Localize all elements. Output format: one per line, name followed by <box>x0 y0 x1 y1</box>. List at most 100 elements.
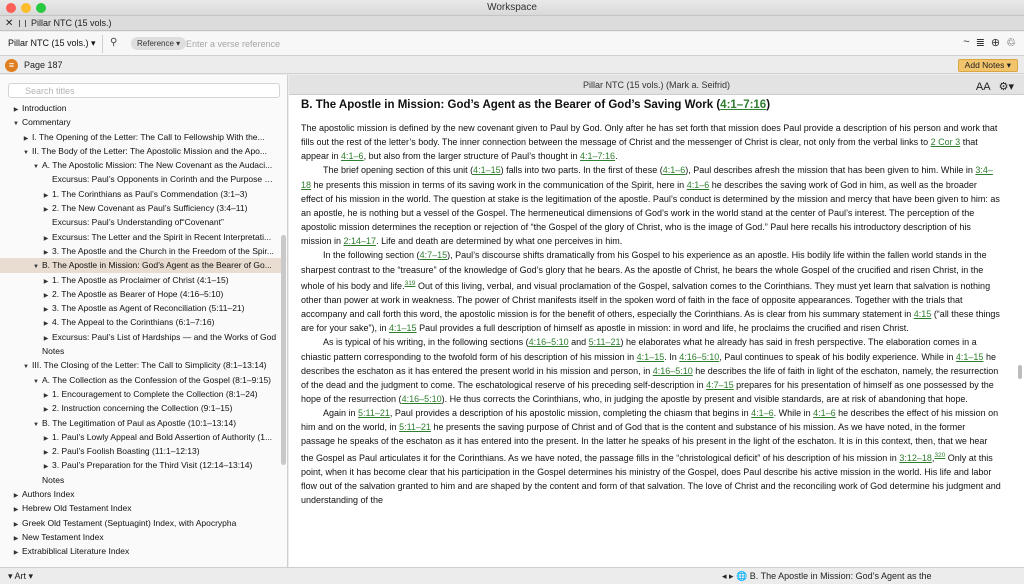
scripture-link[interactable]: 2 Cor 3 <box>931 137 961 147</box>
heading-reference-link[interactable]: 4:1–7:16 <box>720 99 766 111</box>
scripture-link[interactable]: 4:1–15 <box>956 352 984 362</box>
scripture-link[interactable]: 2:14–17 <box>344 236 377 246</box>
disclosure-closed-icon[interactable]: ▶ <box>42 403 50 415</box>
toc-item[interactable]: ▶ 1. The Apostle as Proclaimer of Christ … <box>0 273 281 287</box>
disclosure-closed-icon[interactable]: ▶ <box>42 246 50 258</box>
disclosure-open-icon[interactable]: ▼ <box>12 117 20 129</box>
toc-item[interactable]: Excursus: Paul’s Opponents in Corinth an… <box>0 172 281 186</box>
disclosure-closed-icon[interactable]: ▶ <box>42 275 50 287</box>
disclosure-closed-icon[interactable]: ▶ <box>42 332 50 344</box>
disclosure-closed-icon[interactable]: ▶ <box>12 518 20 530</box>
search-titles-input[interactable] <box>8 83 280 98</box>
disclosure-open-icon[interactable]: ▼ <box>22 146 30 158</box>
scripture-link[interactable]: 4:1–6 <box>813 408 836 418</box>
scripture-link[interactable]: 4:1–7:16 <box>580 151 615 161</box>
tab-grip-icon[interactable] <box>19 20 26 27</box>
toc-item[interactable]: ▶ Introduction <box>0 101 281 115</box>
toc-item[interactable]: ▶ 2. The New Covenant as Paul’s Sufficien… <box>0 201 281 215</box>
toc-item[interactable]: ▶ 1. The Corinthians as Paul’s Commendati… <box>0 187 281 201</box>
tab-resource[interactable]: Pillar NTC (15 vols.) <box>31 16 112 31</box>
gear-icon[interactable]: ⚙▾ <box>999 77 1014 97</box>
disclosure-closed-icon[interactable]: ▶ <box>12 103 20 115</box>
toc-item[interactable]: Excursus: Paul’s Understanding of“Covena… <box>0 215 281 229</box>
add-icon[interactable]: ⊕ <box>991 36 1000 49</box>
toc-item[interactable]: ▼ III. The Closing of the Letter: The Cal… <box>0 358 281 372</box>
disclosure-closed-icon[interactable]: ▶ <box>42 189 50 201</box>
scripture-link[interactable]: 5:11–21 <box>589 337 621 347</box>
disclosure-closed-icon[interactable]: ▶ <box>42 303 50 315</box>
parallel-icon[interactable]: ~ <box>963 36 969 49</box>
toc-item[interactable]: ▶ I. The Opening of the Letter: The Call … <box>0 130 281 144</box>
disclosure-closed-icon[interactable]: ▶ <box>42 289 50 301</box>
toc-item[interactable]: ▼ B. The Apostle in Mission: God’s Agent … <box>0 258 281 273</box>
scripture-link[interactable]: 4:15 <box>914 309 932 319</box>
toc-item[interactable]: ▶ Excursus: Paul’s List of Hardships — an… <box>0 330 281 344</box>
footnote-link[interactable]: 320 <box>934 452 945 459</box>
toc-item[interactable]: ▼ A. The Apostolic Mission: The New Coven… <box>0 158 281 172</box>
toc-item[interactable]: ▶ Excursus: The Letter and the Spirit in … <box>0 230 281 244</box>
scripture-link[interactable]: 5:11–21 <box>399 422 431 432</box>
toc-item[interactable]: ▶ New Testament Index <box>0 530 281 544</box>
resource-selector[interactable]: Pillar NTC (15 vols.) ▾ <box>8 38 96 49</box>
disclosure-closed-icon[interactable]: ▶ <box>42 232 50 244</box>
content-scrollbar[interactable] <box>1018 365 1022 379</box>
scripture-link[interactable]: 4:1–6 <box>663 165 686 175</box>
scripture-link[interactable]: 4:1–6 <box>751 408 774 418</box>
scripture-link[interactable]: 4:1–15 <box>473 165 501 175</box>
font-size-icon[interactable]: AA <box>976 77 991 97</box>
disclosure-closed-icon[interactable]: ▶ <box>42 389 50 401</box>
verse-reference-input[interactable] <box>186 36 946 51</box>
disclosure-open-icon[interactable]: ▼ <box>32 375 40 387</box>
toc-item[interactable]: ▶ 2. The Apostle as Bearer of Hope (4:16–… <box>0 287 281 301</box>
scripture-link[interactable]: 5:11–21 <box>358 408 390 418</box>
disclosure-closed-icon[interactable]: ▶ <box>12 532 20 544</box>
scripture-link[interactable]: 4:1–6 <box>341 151 364 161</box>
toc-menu-icon[interactable]: ≡ <box>5 59 18 72</box>
toc-item[interactable]: ▼ II. The Body of the Letter: The Apostol… <box>0 144 281 158</box>
toc-item[interactable]: ▶ Authors Index <box>0 487 281 501</box>
disclosure-closed-icon[interactable]: ▶ <box>42 446 50 458</box>
disclosure-open-icon[interactable]: ▼ <box>32 418 40 430</box>
toc-item[interactable]: ▶ Hebrew Old Testament Index <box>0 501 281 515</box>
disclosure-open-icon[interactable]: ▼ <box>32 260 40 272</box>
toc-item[interactable]: ▶ 3. The Apostle and the Church in the Fr… <box>0 244 281 258</box>
toc-item[interactable]: ▼ A. The Collection as the Confession of … <box>0 373 281 387</box>
disclosure-closed-icon[interactable]: ▶ <box>12 489 20 501</box>
layout-selector[interactable]: ▾ Art ▾ <box>8 568 33 584</box>
zoom-window-icon[interactable] <box>36 3 46 13</box>
disclosure-open-icon[interactable]: ▼ <box>22 360 30 372</box>
scripture-link[interactable]: 4:16–5:10 <box>529 337 569 347</box>
reference-type-dropdown[interactable]: Reference ▾ <box>131 37 187 50</box>
toc-item[interactable]: ▶ Greek Old Testament (Septuagint) Index,… <box>0 516 281 530</box>
scripture-link[interactable]: 4:7–15 <box>420 250 448 260</box>
scripture-link[interactable]: 4:16–5:10 <box>402 394 442 404</box>
disclosure-closed-icon[interactable]: ▶ <box>42 203 50 215</box>
disclosure-closed-icon[interactable]: ▶ <box>22 132 30 144</box>
toc-item[interactable]: ▶ 3. Paul’s Preparation for the Third Vis… <box>0 458 281 472</box>
toc-item[interactable]: ▼ B. The Legitimation of Paul as Apostle … <box>0 416 281 430</box>
scripture-link[interactable]: 4:7–15 <box>706 380 734 390</box>
toc-item[interactable]: ▶ 3. The Apostle as Agent of Reconciliati… <box>0 301 281 315</box>
toc-item[interactable]: ▶ 2. Paul’s Foolish Boasting (11:1–12:13) <box>0 444 281 458</box>
toc-item[interactable]: ▶ 1. Encouragement to Complete the Collec… <box>0 387 281 401</box>
sync-icon[interactable]: ♲ <box>1006 36 1016 49</box>
toc-item[interactable]: ▼ Commentary <box>0 115 281 129</box>
scripture-link[interactable]: 4:1–15 <box>637 352 665 362</box>
minimize-window-icon[interactable] <box>21 3 31 13</box>
disclosure-open-icon[interactable]: ▼ <box>32 160 40 172</box>
add-notes-button[interactable]: Add Notes ▾ <box>957 59 1018 72</box>
footnote-link[interactable]: 319 <box>405 280 416 287</box>
disclosure-closed-icon[interactable]: ▶ <box>12 503 20 515</box>
disclosure-closed-icon[interactable]: ▶ <box>12 546 20 558</box>
toc-item[interactable]: Notes <box>0 473 281 487</box>
disclosure-closed-icon[interactable]: ▶ <box>42 317 50 329</box>
sidebar-scrollbar[interactable] <box>281 235 286 465</box>
scripture-link[interactable]: 3:12–18 <box>899 453 932 463</box>
list-icon[interactable]: ≣ <box>976 36 985 49</box>
close-window-icon[interactable] <box>6 3 16 13</box>
scripture-link[interactable]: 4:1–6 <box>687 180 710 190</box>
search-icon[interactable]: ⚲ <box>110 37 117 48</box>
scripture-link[interactable]: 4:1–15 <box>389 323 417 333</box>
disclosure-closed-icon[interactable]: ▶ <box>42 432 50 444</box>
close-tab-icon[interactable]: ✕ <box>5 16 13 31</box>
